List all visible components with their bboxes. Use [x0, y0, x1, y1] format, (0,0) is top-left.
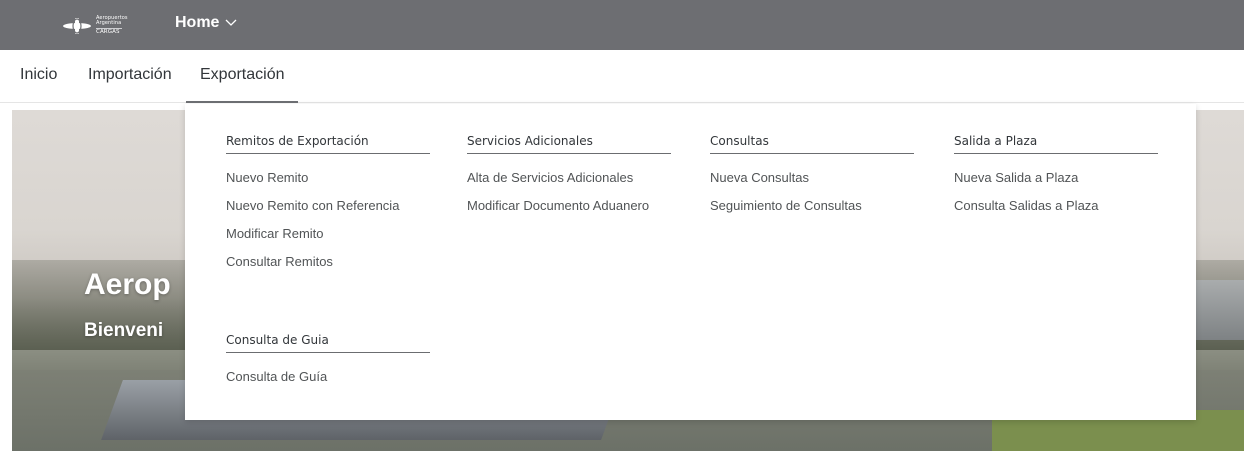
aeropuertos-argentina-cargas-logo[interactable]: Aeropuertos Argentina CARGAS — [62, 11, 172, 41]
menu-link-nuevo-remito[interactable]: Nuevo Remito — [226, 170, 430, 186]
top-navigation: Inicio Importación Exportación — [0, 50, 1244, 103]
menu-link-modificar-remito[interactable]: Modificar Remito — [226, 226, 430, 242]
nav-item-importacion[interactable]: Importación — [88, 66, 172, 84]
active-tab-indicator — [186, 101, 298, 103]
hero-subtitle: Bienveni — [84, 320, 164, 341]
menu-group-consultas: Consultas Nueva Consultas Seguimiento de… — [710, 134, 914, 226]
home-title: Home — [175, 14, 220, 31]
menu-link-nueva-salida[interactable]: Nueva Salida a Plaza — [954, 170, 1158, 186]
menu-group-salida: Salida a Plaza Nueva Salida a Plaza Cons… — [954, 134, 1158, 226]
menu-group-header: Consulta de Guia — [226, 333, 430, 353]
menu-group-servicios: Servicios Adicionales Alta de Servicios … — [467, 134, 671, 226]
home-menu-button[interactable]: Home — [175, 14, 237, 32]
menu-link-modificar-documento[interactable]: Modificar Documento Aduanero — [467, 198, 671, 214]
menu-link-alta-servicios[interactable]: Alta de Servicios Adicionales — [467, 170, 671, 186]
exportacion-mega-menu: Remitos de Exportación Nuevo Remito Nuev… — [185, 104, 1196, 420]
menu-link-consultar-remitos[interactable]: Consultar Remitos — [226, 254, 430, 270]
menu-group-header: Servicios Adicionales — [467, 134, 671, 154]
chevron-down-icon — [225, 19, 237, 27]
menu-link-consulta-salidas[interactable]: Consulta Salidas a Plaza — [954, 198, 1158, 214]
logo-text: Aeropuertos Argentina CARGAS — [96, 16, 128, 36]
menu-group-header: Salida a Plaza — [954, 134, 1158, 154]
menu-link-nuevo-remito-referencia[interactable]: Nuevo Remito con Referencia — [226, 198, 430, 214]
menu-group-header: Remitos de Exportación — [226, 134, 430, 154]
shell-bar: Aeropuertos Argentina CARGAS Home — [0, 0, 1244, 50]
menu-link-seguimiento-consultas[interactable]: Seguimiento de Consultas — [710, 198, 914, 214]
menu-link-consulta-guia[interactable]: Consulta de Guía — [226, 369, 430, 385]
hero-title: Aerop — [84, 268, 171, 301]
menu-group-guia: Consulta de Guia Consulta de Guía — [226, 333, 430, 397]
logo-line3: CARGAS — [96, 28, 122, 36]
nav-item-exportacion[interactable]: Exportación — [200, 66, 285, 84]
menu-link-nueva-consultas[interactable]: Nueva Consultas — [710, 170, 914, 186]
plane-logo-icon — [63, 18, 91, 34]
logo-line2: Argentina — [96, 20, 122, 27]
menu-group-remitos: Remitos de Exportación Nuevo Remito Nuev… — [226, 134, 430, 282]
nav-item-inicio[interactable]: Inicio — [20, 66, 57, 84]
menu-group-header: Consultas — [710, 134, 914, 154]
